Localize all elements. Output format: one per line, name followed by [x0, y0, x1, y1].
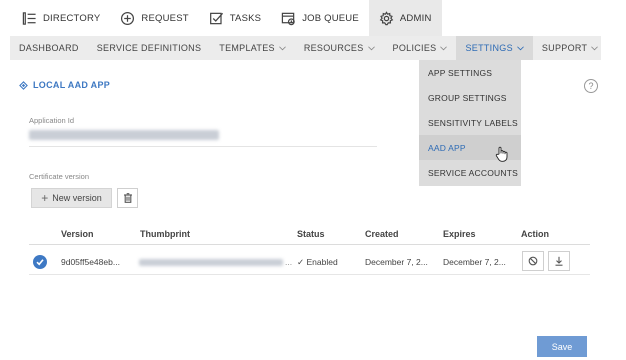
- nav-admin-label: ADMIN: [399, 12, 432, 24]
- checkmark-icon: [36, 259, 44, 266]
- download-button[interactable]: [548, 251, 570, 271]
- subnav-service-definitions-label: SERVICE DEFINITIONS: [96, 43, 202, 53]
- row-version: 9d05ff5e48eb...: [61, 257, 120, 267]
- subnav-dashboard-label: DASHBOARD: [19, 43, 79, 53]
- gear-icon: [379, 10, 394, 25]
- menu-item-sensitivity-labels[interactable]: SENSITIVITY LABELS: [419, 110, 521, 135]
- nav-directory[interactable]: DIRECTORY: [12, 0, 110, 36]
- download-icon: [555, 256, 563, 266]
- row-thumbprint-ellipsis: ...: [285, 257, 293, 267]
- diamond-icon: [19, 80, 28, 90]
- hand-cursor-icon: [495, 146, 508, 162]
- settings-dropdown-menu: APP SETTINGS GROUP SETTINGS SENSITIVITY …: [419, 60, 521, 186]
- disable-button[interactable]: [522, 251, 544, 271]
- column-version[interactable]: Version: [61, 223, 94, 245]
- help-icon-glyph: ?: [588, 81, 594, 91]
- subnav-settings-label: SETTINGS: [465, 43, 513, 53]
- subnav-policies[interactable]: POLICIES: [384, 36, 457, 60]
- nav-job-queue-label: JOB QUEUE: [302, 12, 359, 24]
- subnav-templates[interactable]: TEMPLATES: [210, 36, 295, 60]
- selected-check-icon[interactable]: [33, 255, 47, 269]
- subnav-support-label: SUPPORT: [541, 43, 588, 53]
- subnav-resources[interactable]: RESOURCES: [295, 36, 384, 60]
- subnav-templates-label: TEMPLATES: [219, 43, 275, 53]
- help-icon[interactable]: ?: [584, 79, 598, 93]
- nav-request[interactable]: REQUEST: [110, 0, 198, 36]
- certificate-version-label: Certificate version: [29, 172, 90, 181]
- subnav-settings[interactable]: SETTINGS: [456, 36, 533, 60]
- subnav-support[interactable]: SUPPORT: [533, 36, 607, 60]
- job-queue-icon: [281, 12, 295, 25]
- nav-request-label: REQUEST: [141, 12, 189, 24]
- top-navigation: DIRECTORY REQUEST TASKS JOB QUEUE ADMIN: [0, 0, 626, 36]
- column-expires[interactable]: Expires: [443, 223, 476, 245]
- menu-item-service-accounts[interactable]: SERVICE ACCOUNTS: [419, 160, 521, 185]
- table-row[interactable]: 9d05ff5e48eb... ... ✓ Enabled December 7…: [29, 249, 590, 275]
- field-divider: [29, 146, 377, 147]
- chevron-down-icon: [517, 45, 524, 50]
- row-expires: December 7, 2...: [443, 257, 506, 267]
- nav-tasks[interactable]: TASKS: [199, 0, 271, 36]
- new-version-button[interactable]: + New version: [31, 188, 112, 208]
- chevron-down-icon: [591, 45, 599, 50]
- column-status[interactable]: Status: [297, 223, 325, 245]
- chevron-down-icon: [367, 45, 375, 50]
- chevron-down-icon: [440, 45, 448, 50]
- menu-item-group-settings[interactable]: GROUP SETTINGS: [419, 85, 521, 110]
- application-id-label: Application Id: [29, 116, 75, 125]
- checkbox-icon: [209, 12, 223, 24]
- directory-icon: [22, 11, 36, 25]
- subnav-resources-label: RESOURCES: [303, 43, 364, 53]
- column-created[interactable]: Created: [365, 223, 399, 245]
- nav-admin[interactable]: ADMIN: [368, 0, 442, 36]
- row-status: ✓ Enabled: [297, 257, 338, 267]
- new-version-label: New version: [52, 193, 102, 203]
- subnav-policies-label: POLICIES: [392, 43, 437, 53]
- menu-item-app-settings[interactable]: APP SETTINGS: [419, 60, 521, 85]
- delete-button[interactable]: [117, 188, 138, 208]
- plus-circle-icon: [121, 11, 135, 25]
- column-thumbprint[interactable]: Thumbprint: [140, 223, 190, 245]
- row-created: December 7, 2...: [365, 257, 428, 267]
- row-thumbprint-redacted: [139, 259, 283, 266]
- plus-icon: +: [41, 191, 49, 205]
- nav-tasks-label: TASKS: [229, 12, 262, 24]
- application-id-value-redacted: [29, 130, 219, 140]
- chevron-down-icon: [278, 45, 286, 50]
- subnav-service-definitions[interactable]: SERVICE DEFINITIONS: [88, 36, 211, 60]
- subnav-dashboard[interactable]: DASHBOARD: [10, 36, 88, 60]
- nav-job-queue[interactable]: JOB QUEUE: [271, 0, 369, 36]
- column-action: Action: [521, 229, 549, 239]
- block-icon: [528, 256, 538, 266]
- trash-icon: [123, 193, 132, 203]
- nav-directory-label: DIRECTORY: [43, 12, 101, 24]
- page-title: LOCAL AAD APP: [19, 80, 110, 90]
- save-button[interactable]: Save: [537, 336, 587, 357]
- certificate-table-header: Version Thumbprint Status Created Expire…: [29, 223, 590, 245]
- page-title-text: LOCAL AAD APP: [33, 80, 111, 90]
- admin-subnav: DASHBOARD SERVICE DEFINITIONS TEMPLATES …: [10, 36, 601, 60]
